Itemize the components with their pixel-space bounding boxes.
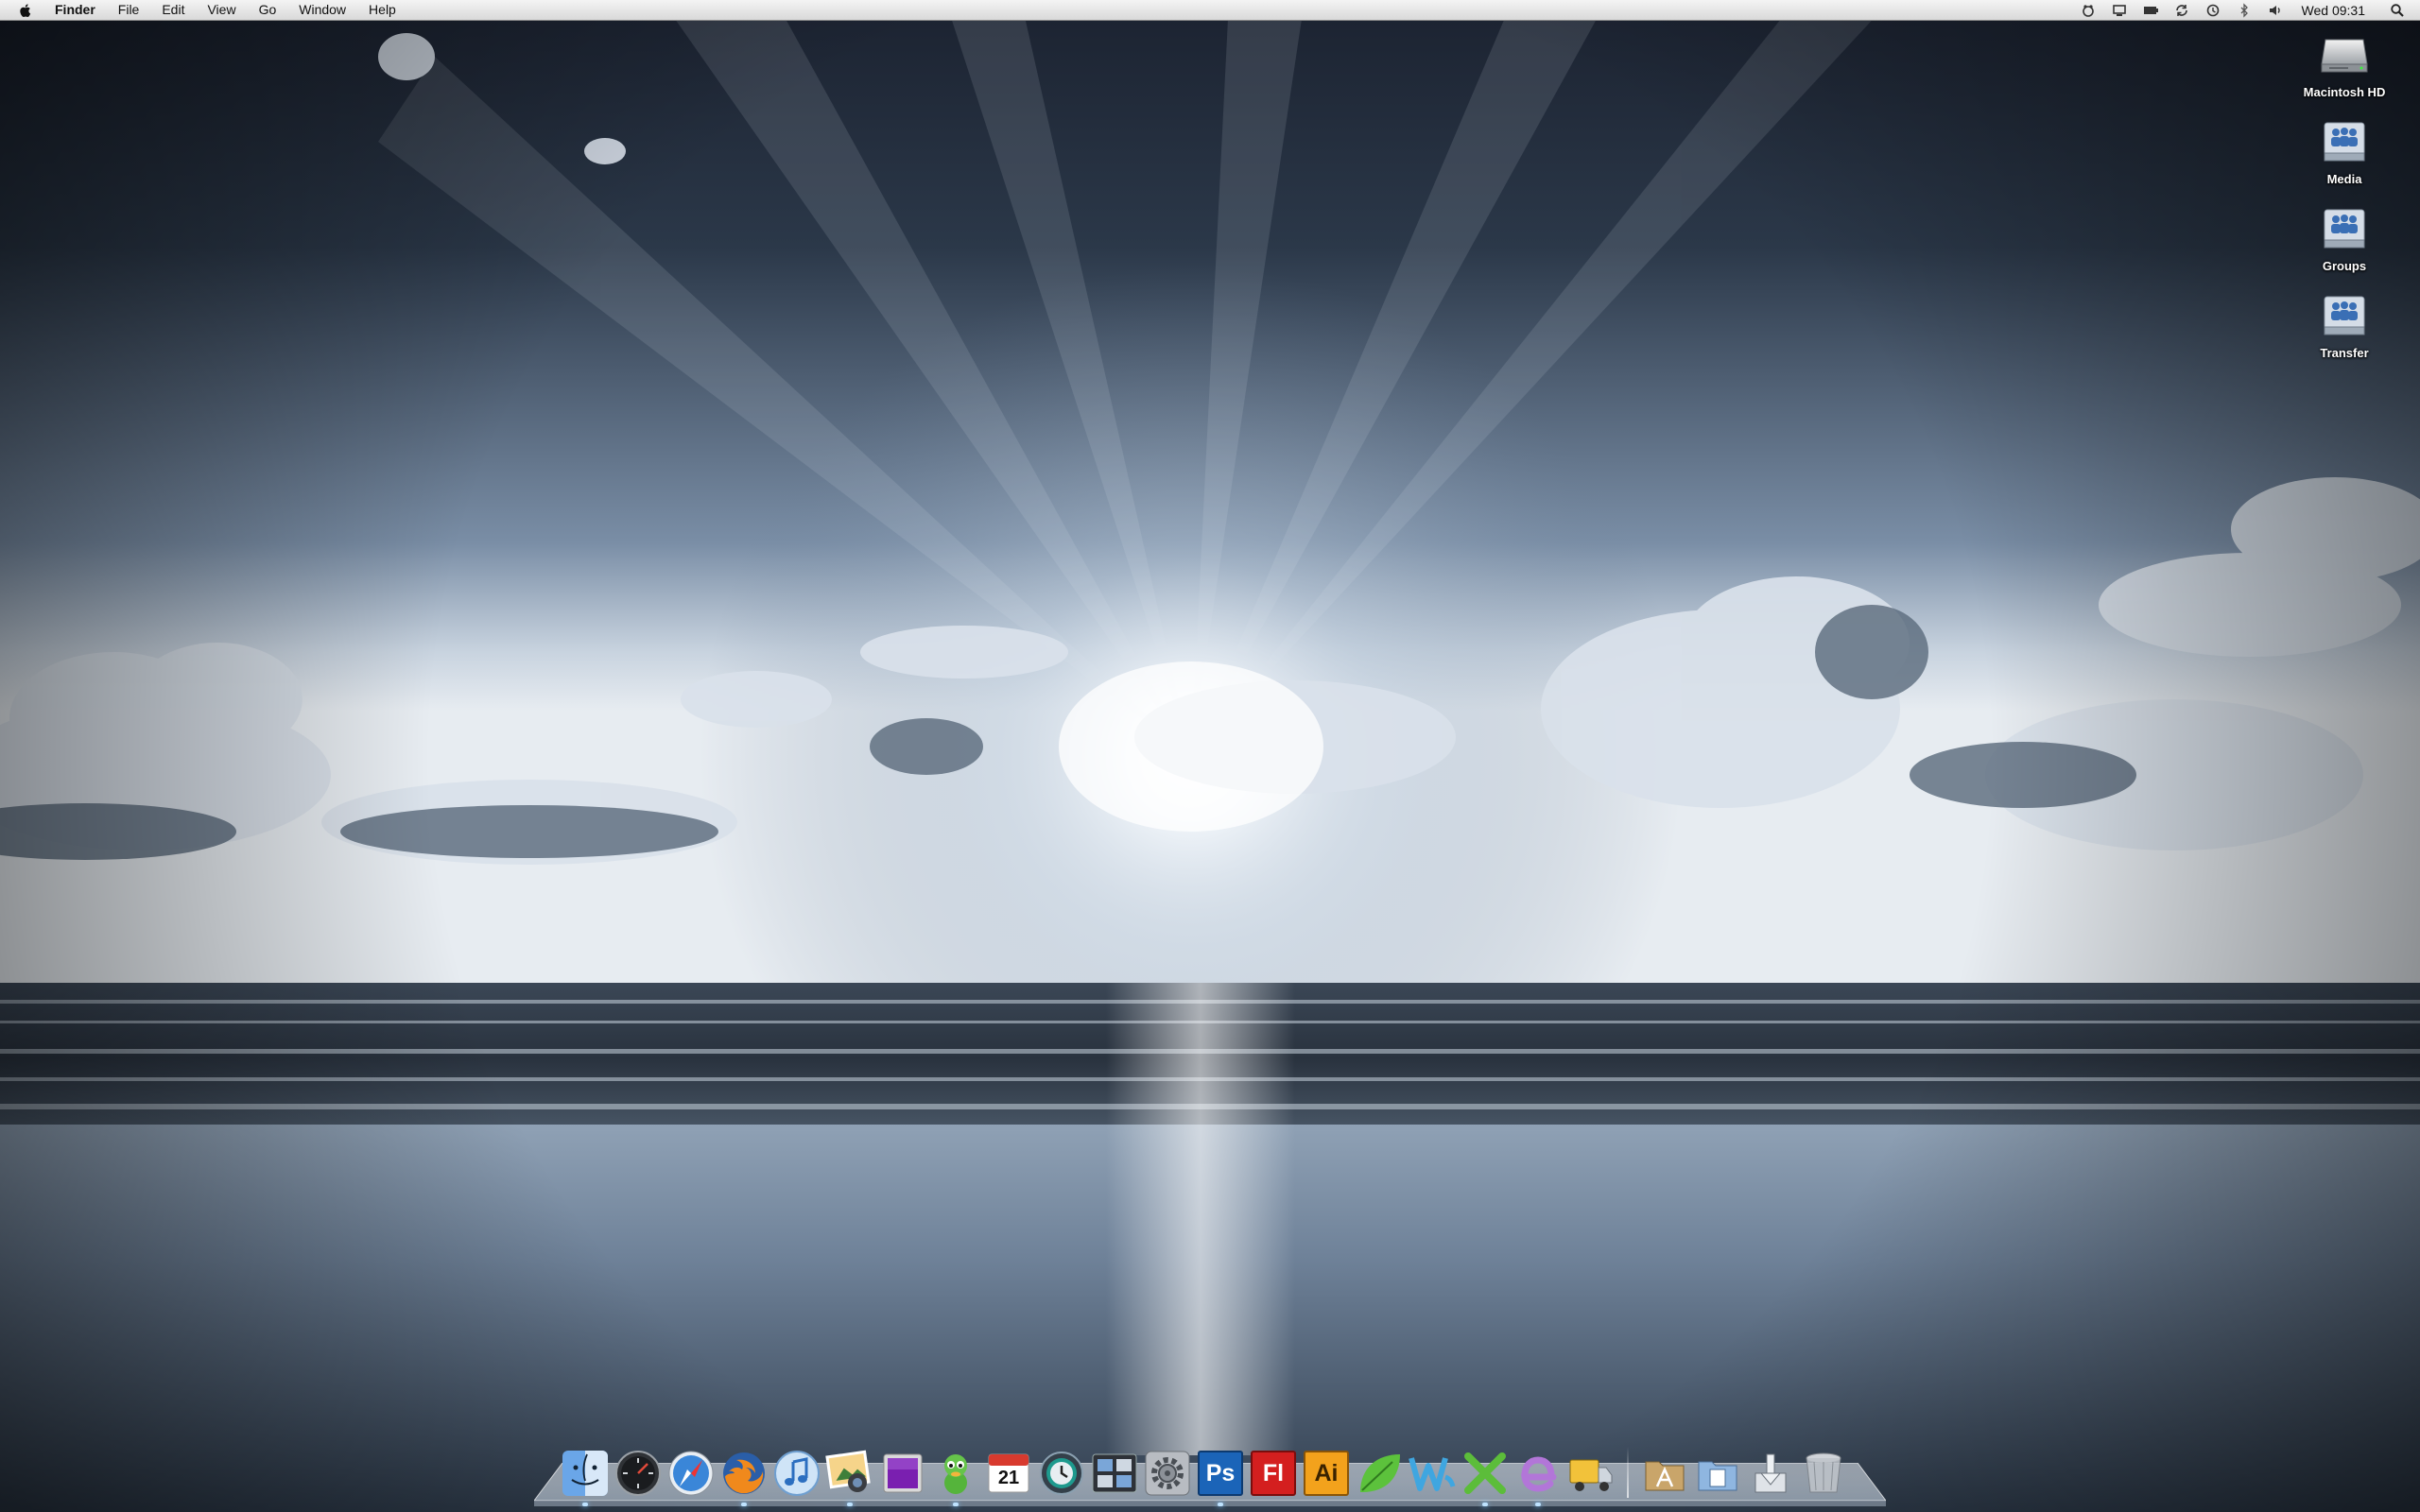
menu-view[interactable]: View: [207, 0, 235, 20]
dock-flash[interactable]: Fl: [1249, 1449, 1298, 1498]
running-indicator: [582, 1503, 588, 1506]
dock-iphoto[interactable]: [825, 1449, 874, 1506]
dock-time-machine[interactable]: [1037, 1449, 1086, 1498]
firefox-icon: [723, 1452, 765, 1494]
volume-icon[interactable]: [2268, 3, 2283, 18]
dock-documents-stack[interactable]: [1693, 1449, 1742, 1498]
running-indicator: [953, 1503, 959, 1506]
menu-go[interactable]: Go: [259, 0, 277, 20]
desktop-icon-groups[interactable]: Groups: [2292, 204, 2396, 273]
dock-applications-stack[interactable]: [1640, 1449, 1689, 1498]
adium-icon: [944, 1454, 967, 1494]
running-indicator: [1535, 1503, 1541, 1506]
desktop-icon-transfer[interactable]: Transfer: [2292, 291, 2396, 360]
desktop-icon-macintosh-hd[interactable]: Macintosh HD: [2292, 30, 2396, 99]
dashboard-icon: [615, 1451, 661, 1496]
dock-firefox[interactable]: [719, 1449, 769, 1506]
apple-icon[interactable]: [17, 2, 34, 19]
menubar-clock[interactable]: Wed 09:31: [2302, 3, 2365, 18]
running-indicator: [847, 1503, 853, 1506]
network-share-icon: [2324, 209, 2365, 249]
dock-purple-app[interactable]: [878, 1449, 927, 1498]
dock-itunes[interactable]: [772, 1449, 821, 1498]
menu-finder[interactable]: Finder: [55, 0, 95, 20]
gear-icon: [1145, 1451, 1190, 1496]
itunes-icon: [774, 1451, 820, 1496]
dock-adium[interactable]: [931, 1449, 980, 1506]
menu-file[interactable]: File: [118, 0, 140, 20]
applications-folder-icon: [1645, 1461, 1685, 1491]
iphoto-icon: [825, 1450, 871, 1492]
dock-transmit[interactable]: [1566, 1449, 1616, 1498]
network-share-icon: [2324, 122, 2365, 162]
bluetooth-icon[interactable]: [2237, 2, 2252, 18]
network-share-icon: [2324, 296, 2365, 335]
dock-leaf-app[interactable]: [1355, 1449, 1404, 1498]
dock-separator: [1627, 1447, 1629, 1498]
dock-system-preferences[interactable]: [1143, 1449, 1192, 1498]
dock-excel[interactable]: [1461, 1449, 1510, 1506]
menu-help[interactable]: Help: [369, 0, 396, 20]
growl-icon[interactable]: [2081, 3, 2096, 18]
excel-icon: [1464, 1452, 1506, 1494]
purple-square-icon: [883, 1453, 923, 1493]
spotlight-search-icon[interactable]: [2390, 3, 2405, 18]
desktop-icon-label: Transfer: [2320, 346, 2369, 360]
dock-downloads-stack[interactable]: [1746, 1449, 1795, 1498]
illustrator-label: Ai: [1314, 1459, 1339, 1486]
downloads-icon: [1754, 1453, 1787, 1493]
desktop-icon-label: Groups: [2322, 259, 2367, 273]
dock-safari[interactable]: [666, 1449, 716, 1498]
display-icon[interactable]: [2112, 3, 2127, 18]
desktop-icon-media[interactable]: Media: [2292, 117, 2396, 186]
trash-icon: [1806, 1452, 1841, 1493]
dock-trash[interactable]: [1799, 1449, 1848, 1498]
flash-label: Fl: [1262, 1459, 1285, 1486]
battery-icon[interactable]: [2143, 3, 2158, 18]
transmit-truck-icon: [1569, 1459, 1613, 1491]
time-machine-icon: [1040, 1452, 1083, 1495]
documents-folder-icon: [1698, 1461, 1737, 1491]
desktop-icon-label: Media: [2326, 172, 2362, 186]
dock-finder[interactable]: [561, 1449, 610, 1506]
dock: 21 Ps Fl Ai: [561, 1441, 1852, 1506]
running-indicator: [1482, 1503, 1488, 1506]
hard-drive-icon: [2321, 39, 2368, 73]
leaf-icon: [1360, 1454, 1400, 1492]
dock-entourage[interactable]: [1513, 1449, 1563, 1506]
menu-window[interactable]: Window: [299, 0, 346, 20]
finder-icon: [562, 1451, 608, 1496]
desktop-wallpaper: [0, 0, 2420, 1512]
desktop-icon-label: Macintosh HD: [2303, 85, 2386, 99]
dock-photoshop[interactable]: Ps: [1196, 1449, 1245, 1506]
ical-date: 21: [997, 1467, 1020, 1488]
menu-edit[interactable]: Edit: [162, 0, 184, 20]
safari-icon: [668, 1451, 714, 1496]
dock-dashboard[interactable]: [614, 1449, 663, 1498]
dock-illustrator[interactable]: Ai: [1302, 1449, 1351, 1498]
dock-word[interactable]: [1408, 1449, 1457, 1498]
entourage-icon: [1521, 1456, 1557, 1492]
sync-icon[interactable]: [2174, 3, 2189, 18]
expose-icon: [1092, 1453, 1137, 1493]
menu-bar: Finder File Edit View Go Window Help Wed…: [0, 0, 2420, 21]
photoshop-label: Ps: [1205, 1459, 1236, 1486]
running-indicator: [1218, 1503, 1223, 1506]
time-machine-icon[interactable]: [2205, 3, 2221, 18]
running-indicator: [741, 1503, 747, 1506]
dock-ical[interactable]: 21: [984, 1449, 1033, 1498]
dock-expose[interactable]: [1090, 1449, 1139, 1498]
word-icon: [1409, 1457, 1456, 1491]
